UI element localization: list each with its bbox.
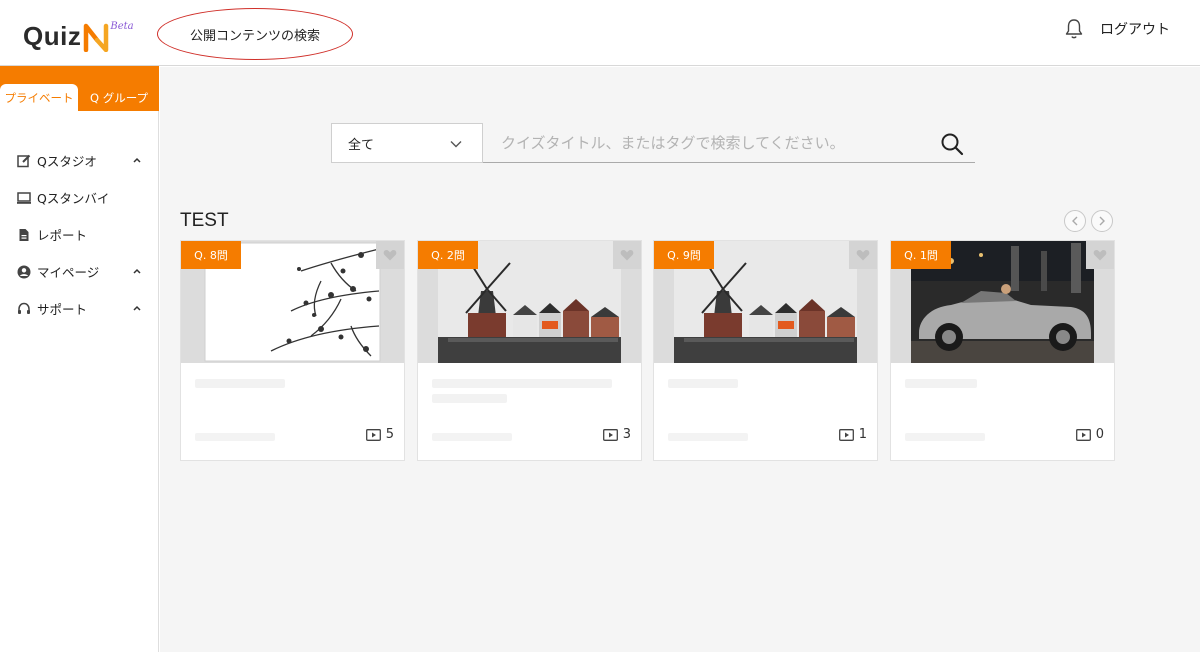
heart-icon: [856, 250, 870, 261]
sidebar-item-label: レポート: [37, 228, 88, 243]
question-count-badge: Q. 8問: [181, 241, 241, 269]
play-count-value: 1: [858, 427, 867, 442]
edit-icon: [17, 154, 31, 167]
headset-icon: [18, 302, 30, 314]
card-meta-faded: [905, 433, 985, 441]
play-count: 5: [365, 427, 394, 442]
app-header: Quiz Beta 公開コンテンツの検索 ログアウト: [0, 0, 1200, 66]
card-title-faded: [668, 379, 863, 419]
section-title: TEST: [180, 210, 229, 231]
logo-n-mark-icon: [84, 23, 109, 52]
sidebar-tabs: プライベート Q グループ: [0, 66, 159, 111]
chevron-down-icon: [450, 141, 462, 148]
logout-button[interactable]: ログアウト: [1100, 19, 1170, 39]
sidebar-item-label: マイページ: [37, 265, 100, 280]
card-title-faded: [432, 379, 627, 419]
sidebar-item-my-page[interactable]: マイページ: [0, 253, 159, 290]
favorite-button[interactable]: [849, 241, 877, 269]
quiz-card[interactable]: Q. 1問 0: [890, 240, 1115, 461]
card-thumbnail: Q. 1問: [891, 241, 1114, 363]
card-thumbnail: Q. 9問: [654, 241, 877, 363]
sidebar-item-label: Qスタジオ: [37, 154, 97, 169]
play-count-value: 3: [622, 427, 631, 442]
search-box: [483, 123, 975, 163]
question-count-badge: Q. 2問: [418, 241, 478, 269]
play-count: 1: [838, 427, 867, 442]
sidebar-item-label: サポート: [37, 302, 88, 317]
question-count-badge: Q. 1問: [891, 241, 951, 269]
card-meta-faded: [668, 433, 748, 441]
main-content: 全て TEST: [160, 67, 1200, 652]
play-count: 0: [1075, 427, 1104, 442]
chevron-up-icon[interactable]: [132, 304, 142, 312]
category-select-value: 全て: [348, 137, 375, 153]
logo-text: Quiz: [23, 21, 82, 51]
quiz-card[interactable]: Q. 2問 3: [417, 240, 642, 461]
card-title-faded: [905, 379, 1100, 419]
sidebar-menu: Qスタジオ Qスタンバイ レポート マイページ サポート: [0, 142, 159, 327]
chevron-up-icon[interactable]: [132, 156, 142, 164]
video-play-icon: [1075, 428, 1091, 441]
video-play-icon: [602, 428, 618, 441]
search-icon[interactable]: [940, 132, 964, 156]
heart-icon: [1093, 250, 1107, 261]
chevron-left-icon: [1072, 216, 1078, 226]
favorite-button[interactable]: [376, 241, 404, 269]
public-content-search-link[interactable]: 公開コンテンツの検索: [157, 8, 353, 60]
card-thumbnail: Q. 8問: [181, 241, 404, 363]
document-icon: [19, 228, 29, 241]
quiz-card[interactable]: Q. 8問 5: [180, 240, 405, 461]
video-play-icon: [838, 428, 854, 441]
sidebar: プライベート Q グループ Qスタジオ Qスタンバイ レポート マイページ サポ…: [0, 66, 159, 652]
question-count-badge: Q. 9問: [654, 241, 714, 269]
category-select[interactable]: 全て: [331, 123, 483, 163]
card-meta-faded: [432, 433, 512, 441]
sidebar-item-q-studio[interactable]: Qスタジオ: [0, 142, 159, 179]
favorite-button[interactable]: [1086, 241, 1114, 269]
sidebar-item-label: Qスタンバイ: [37, 191, 110, 206]
card-thumbnail: Q. 2問: [418, 241, 641, 363]
card-title-faded: [195, 379, 390, 419]
carousel-prev-button[interactable]: [1064, 210, 1086, 232]
video-play-icon: [365, 428, 381, 441]
public-content-search-label: 公開コンテンツの検索: [189, 28, 320, 44]
tab-private[interactable]: プライベート: [0, 84, 78, 111]
sidebar-item-q-standby[interactable]: Qスタンバイ: [0, 179, 159, 216]
chevron-right-icon: [1099, 216, 1105, 226]
card-meta-faded: [195, 433, 275, 441]
sidebar-item-report[interactable]: レポート: [0, 216, 159, 253]
search-input[interactable]: [483, 123, 923, 162]
heart-icon: [383, 250, 397, 261]
monitor-icon: [17, 191, 31, 204]
logo-beta: Beta: [110, 21, 134, 32]
favorite-button[interactable]: [613, 241, 641, 269]
play-count: 3: [602, 427, 631, 442]
tab-q-group[interactable]: Q グループ: [80, 84, 158, 111]
user-icon: [17, 265, 31, 278]
sidebar-item-support[interactable]: サポート: [0, 290, 159, 327]
play-count-value: 0: [1095, 427, 1104, 442]
play-count-value: 5: [385, 427, 394, 442]
heart-icon: [620, 250, 634, 261]
chevron-up-icon[interactable]: [132, 267, 142, 275]
quizn-logo[interactable]: Quiz Beta: [23, 19, 134, 53]
carousel-next-button[interactable]: [1091, 210, 1113, 232]
quiz-card[interactable]: Q. 9問 1: [653, 240, 878, 461]
bell-icon[interactable]: [1064, 18, 1084, 40]
